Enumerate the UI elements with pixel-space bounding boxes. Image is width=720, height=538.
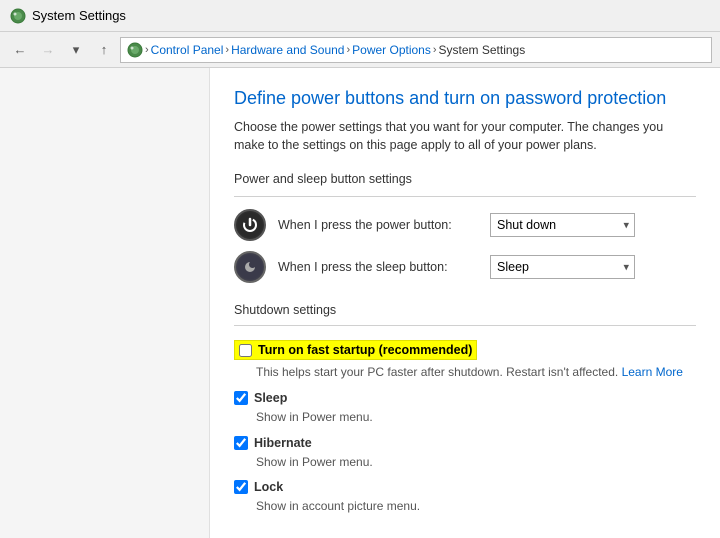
control-panel-icon: [127, 42, 143, 58]
app-icon: [10, 8, 26, 24]
lock-description: Show in account picture menu.: [256, 498, 696, 515]
forward-button[interactable]: →: [36, 38, 60, 62]
shutdown-settings-header: Shutdown settings: [234, 303, 696, 317]
hibernate-item: Hibernate: [234, 436, 312, 450]
right-content: Define power buttons and turn on passwor…: [210, 68, 720, 538]
page-description: Choose the power settings that you want …: [234, 119, 696, 154]
sleep-button-dropdown-wrapper: Do nothing Sleep Hibernate Shut down Tur…: [490, 255, 635, 279]
sleep-icon: [234, 251, 266, 283]
nav-bar: ← → ▾ ↑ › Control Panel › Hardware and S…: [0, 32, 720, 68]
sleep-button-label: When I press the sleep button:: [278, 260, 478, 274]
section-divider-2: [234, 325, 696, 326]
hibernate-checkbox-row: Hibernate: [234, 434, 696, 452]
power-button-dropdown-wrapper: Do nothing Sleep Hibernate Shut down Tur…: [490, 213, 635, 237]
lock-item: Lock: [234, 480, 283, 494]
sleep-description: Show in Power menu.: [256, 409, 696, 426]
page-title: Define power buttons and turn on passwor…: [234, 88, 696, 109]
lock-checkbox-row: Lock: [234, 478, 696, 496]
power-sleep-section-header: Power and sleep button settings: [234, 172, 696, 186]
sleep-checkbox-label[interactable]: Sleep: [254, 391, 287, 405]
sleep-button-row: When I press the sleep button: Do nothin…: [234, 251, 696, 283]
fast-startup-highlight: Turn on fast startup (recommended): [234, 340, 477, 360]
sleep-checkbox[interactable]: [234, 391, 248, 405]
fast-startup-row: Turn on fast startup (recommended): [234, 338, 696, 362]
hibernate-checkbox[interactable]: [234, 436, 248, 450]
title-bar: System Settings: [0, 0, 720, 32]
dropdown-history-button[interactable]: ▾: [64, 38, 88, 62]
section-divider-1: [234, 196, 696, 197]
learn-more-link[interactable]: Learn More: [622, 365, 683, 379]
breadcrumb-control-panel[interactable]: Control Panel: [151, 43, 224, 57]
breadcrumb-system-settings: System Settings: [439, 43, 526, 57]
breadcrumb-bar: › Control Panel › Hardware and Sound › P…: [120, 37, 712, 63]
lock-checkbox-label[interactable]: Lock: [254, 480, 283, 494]
sleep-item: Sleep: [234, 391, 287, 405]
breadcrumb-power-options[interactable]: Power Options: [352, 43, 431, 57]
button-settings: When I press the power button: Do nothin…: [234, 209, 696, 283]
power-button-row: When I press the power button: Do nothin…: [234, 209, 696, 241]
sleep-checkbox-row: Sleep: [234, 389, 696, 407]
title-bar-text: System Settings: [32, 8, 126, 23]
back-button[interactable]: ←: [8, 38, 32, 62]
shutdown-section: Shutdown settings Turn on fast startup (…: [234, 303, 696, 515]
power-button-label: When I press the power button:: [278, 218, 478, 232]
lock-checkbox[interactable]: [234, 480, 248, 494]
hibernate-checkbox-label[interactable]: Hibernate: [254, 436, 312, 450]
sleep-button-dropdown[interactable]: Do nothing Sleep Hibernate Shut down Tur…: [490, 255, 635, 279]
power-icon: [234, 209, 266, 241]
fast-startup-label[interactable]: Turn on fast startup (recommended): [258, 343, 472, 357]
hibernate-description: Show in Power menu.: [256, 454, 696, 471]
content-wrapper: Define power buttons and turn on passwor…: [0, 68, 720, 538]
power-button-dropdown[interactable]: Do nothing Sleep Hibernate Shut down Tur…: [490, 213, 635, 237]
breadcrumb-hardware-sound[interactable]: Hardware and Sound: [231, 43, 344, 57]
up-button[interactable]: ↑: [92, 38, 116, 62]
fast-startup-checkbox[interactable]: [239, 344, 252, 357]
left-sidebar: [0, 68, 210, 538]
fast-startup-description: This helps start your PC faster after sh…: [256, 364, 696, 381]
